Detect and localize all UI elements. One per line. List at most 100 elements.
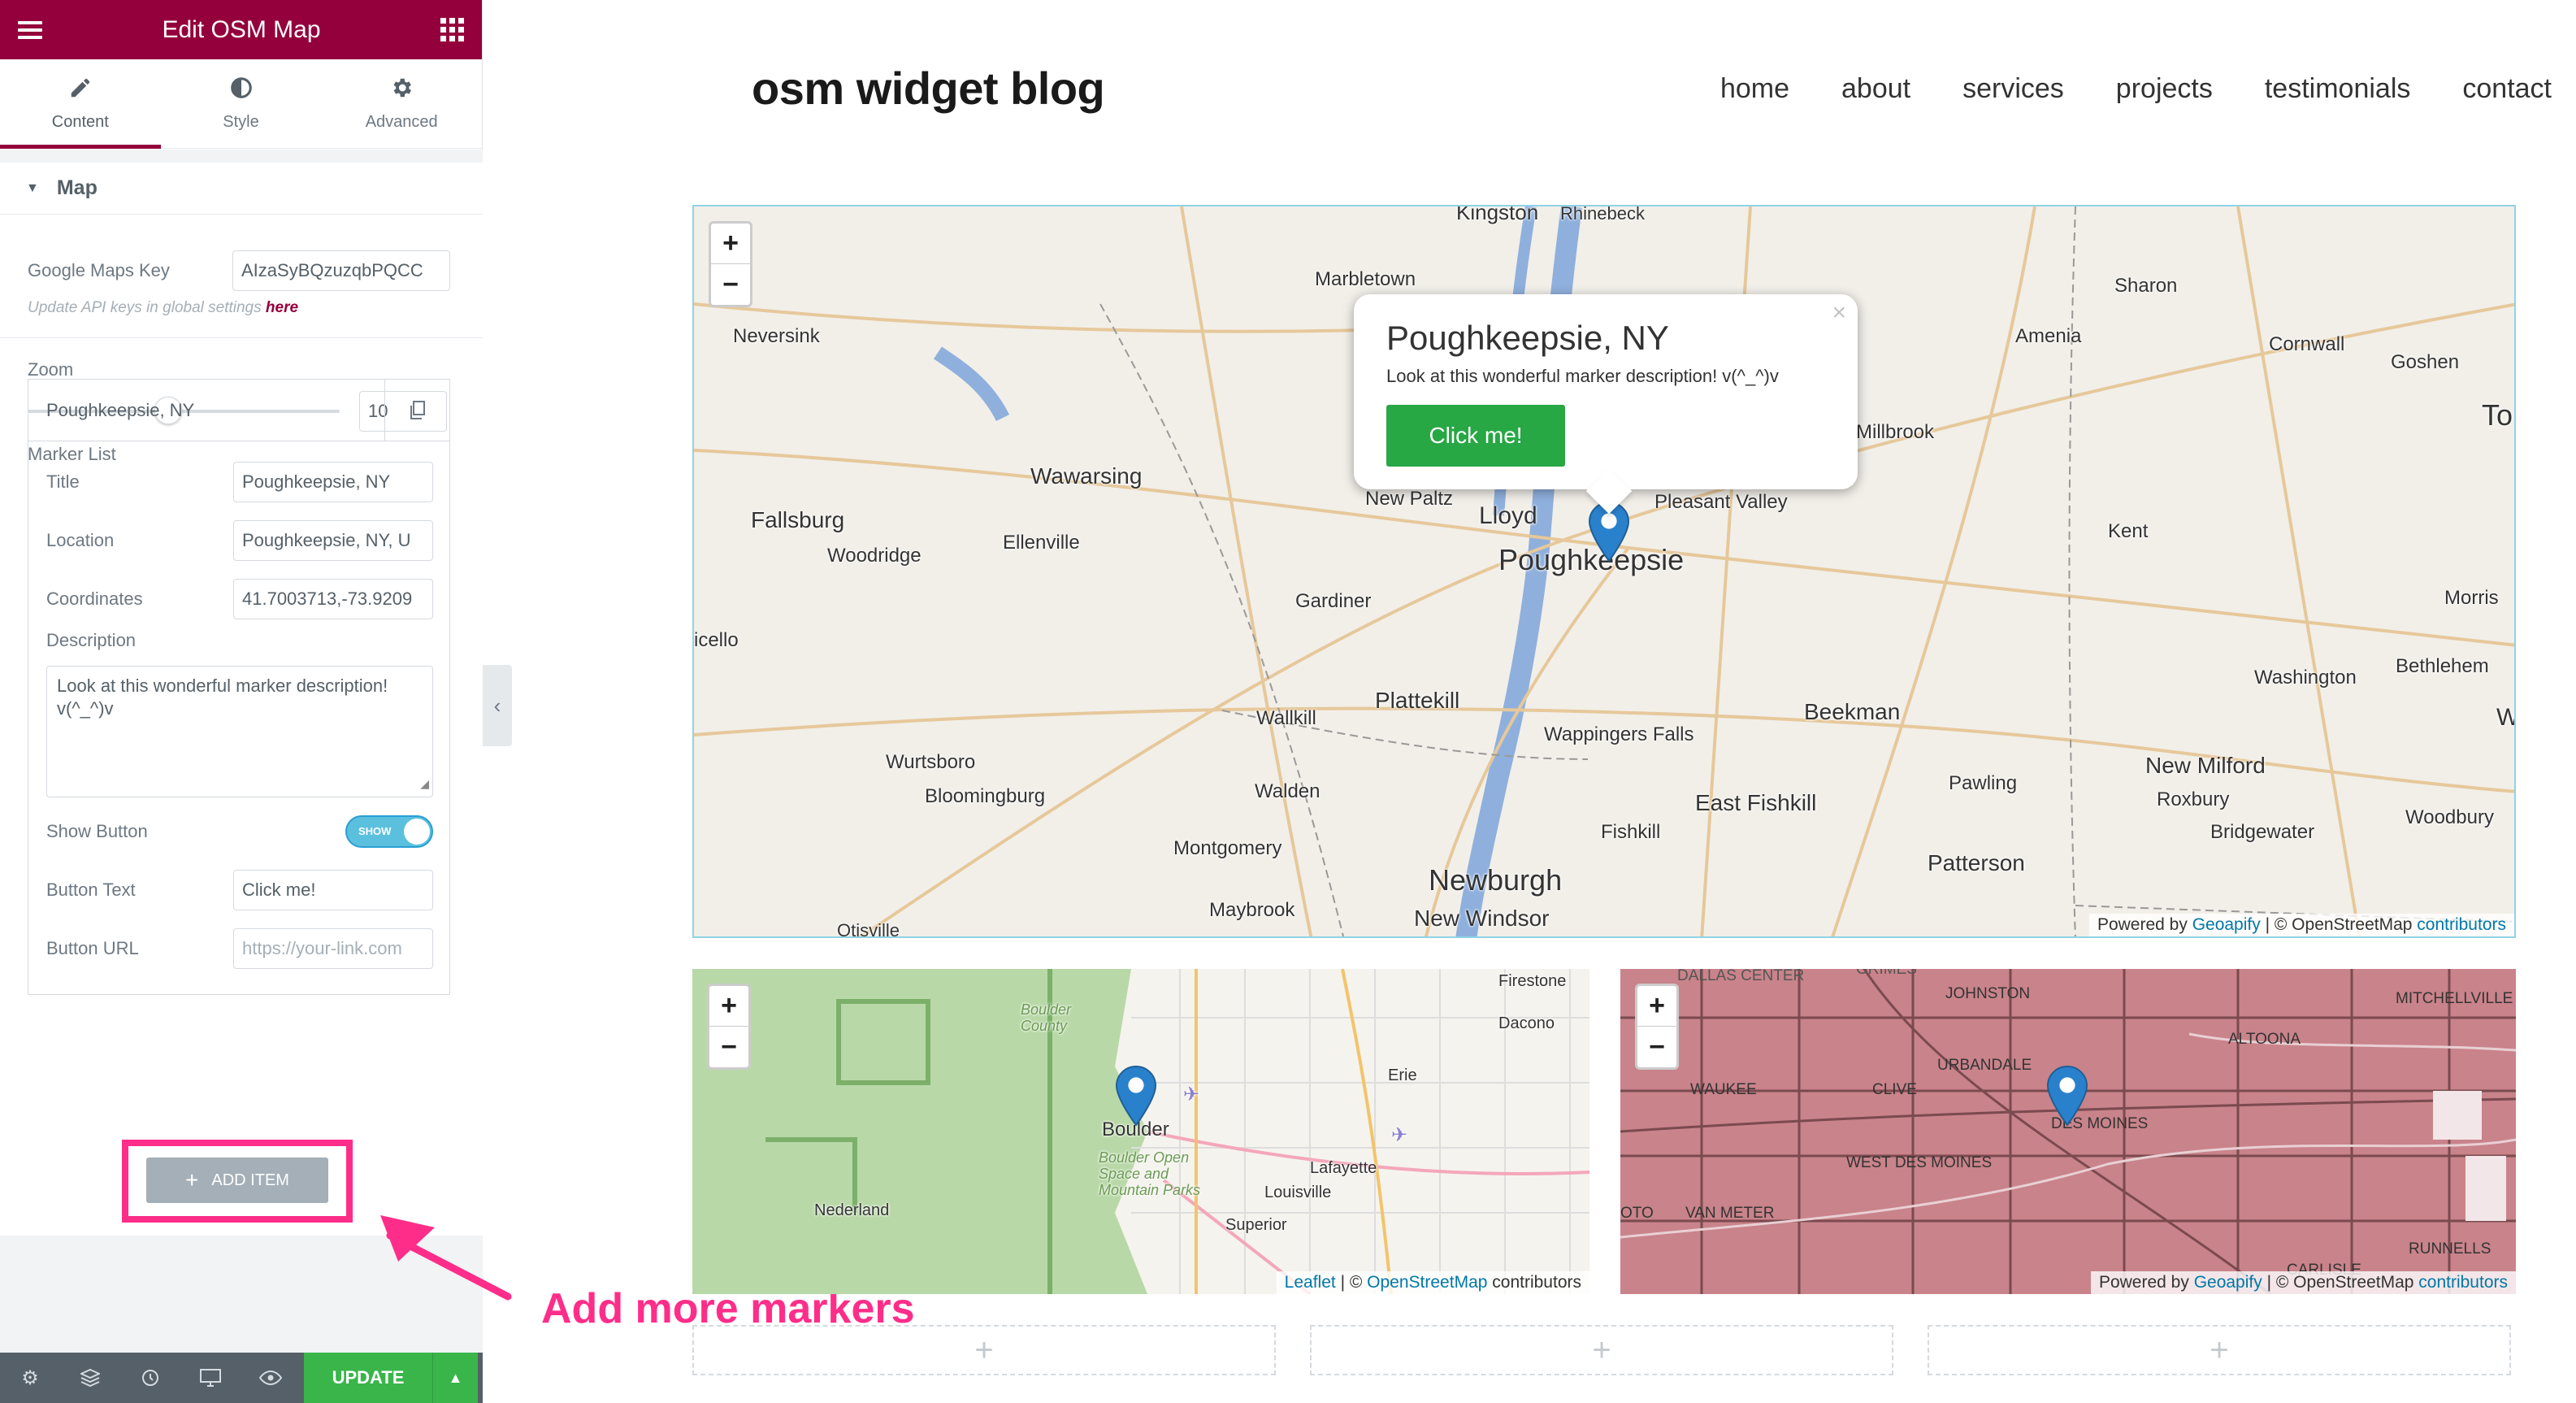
marker-location-input[interactable]: Poughkeepsie, NY, U xyxy=(233,520,433,561)
zoom-out-icon[interactable]: − xyxy=(711,264,750,305)
place-label: OTO xyxy=(1620,1205,1654,1222)
marker-title-input[interactable]: Poughkeepsie, NY xyxy=(233,462,433,502)
place-label: New Paltz xyxy=(1365,488,1454,510)
collapse-panel-chevron-icon[interactable]: ‹ xyxy=(483,665,512,746)
tab-advanced[interactable]: Advanced xyxy=(321,59,483,148)
place-label: Rhinebeck xyxy=(1560,205,1645,224)
place-label: ALTOONA xyxy=(2228,1031,2301,1048)
nav-services[interactable]: services xyxy=(1962,73,2064,105)
openstreetmap-link[interactable]: OpenStreetMap xyxy=(1367,1273,1487,1292)
geoapify-link[interactable]: Geoapify xyxy=(2194,1273,2262,1292)
pencil-icon xyxy=(68,76,93,106)
marker-description-value: Look at this wonderful marker descriptio… xyxy=(57,675,388,719)
add-widget-placeholder[interactable]: + xyxy=(1928,1325,2511,1375)
marker-title-label: Title xyxy=(46,471,80,492)
nav-about[interactable]: about xyxy=(1841,73,1910,105)
place-label: Woodbury xyxy=(2405,806,2494,828)
marker-title-row: Title Poughkeepsie, NY xyxy=(28,453,449,511)
place-label: Erie xyxy=(1388,1066,1417,1084)
map-marker-icon[interactable] xyxy=(2046,1065,2088,1127)
plus-icon: + xyxy=(974,1331,994,1368)
marker-coordinates-row: Coordinates 41.7003713,-73.9209 xyxy=(28,570,449,628)
nav-projects[interactable]: projects xyxy=(2116,73,2213,105)
site-logo[interactable]: osm widget blog xyxy=(752,62,1105,115)
tab-style[interactable]: Style xyxy=(160,59,322,148)
nav-contact[interactable]: contact xyxy=(2462,73,2552,105)
apps-grid-icon[interactable] xyxy=(440,18,464,41)
marker-description-textarea[interactable]: Look at this wonderful marker descriptio… xyxy=(46,666,433,797)
button-url-input[interactable]: https://your-link.com xyxy=(233,928,433,969)
map-marker-icon[interactable] xyxy=(1115,1065,1157,1127)
place-label: Maybrook xyxy=(1209,899,1295,921)
boulder-map[interactable]: + − Firestone Dacono Boulder County Erie… xyxy=(692,969,1589,1294)
update-button[interactable]: UPDATE xyxy=(304,1353,432,1403)
duplicate-icon[interactable] xyxy=(384,379,449,441)
zoom-label: Zoom xyxy=(28,359,74,380)
place-label: Wawarsing xyxy=(1030,463,1143,489)
place-label: Kingston xyxy=(1456,205,1539,224)
place-label: Boulder Open Space and Mountain Parks xyxy=(1099,1149,1201,1198)
place-label: Bethlehem xyxy=(2396,655,2489,677)
add-widget-placeholder[interactable]: + xyxy=(692,1325,1276,1375)
place-label: Patterson xyxy=(1928,850,2025,875)
place-label: JOHNSTON xyxy=(1945,985,2031,1002)
half-circle-icon xyxy=(229,76,254,106)
des-moines-map[interactable]: + − DALLAS CENTER GRIMES JOHNSTON MITCHE… xyxy=(1620,969,2516,1294)
place-label: Pawling xyxy=(1949,772,2018,794)
responsive-desktop-icon[interactable] xyxy=(180,1369,241,1387)
zoom-in-icon[interactable]: + xyxy=(711,224,750,264)
place-label: MITCHELLVILLE xyxy=(2396,990,2513,1007)
hamburger-icon[interactable] xyxy=(18,17,42,43)
place-label: DALLAS CENTER xyxy=(1677,969,1805,984)
button-url-row: Button URL https://your-link.com xyxy=(28,919,449,978)
tab-content[interactable]: Content xyxy=(0,59,161,149)
zoom-out-icon[interactable]: − xyxy=(1637,1027,1676,1067)
place-label: URBANDALE xyxy=(1937,1057,2032,1074)
section-title: Map xyxy=(56,176,98,199)
place-label: East Fishkill xyxy=(1695,790,1817,815)
settings-gear-icon[interactable]: ⚙ xyxy=(0,1366,60,1390)
history-icon[interactable] xyxy=(120,1368,180,1388)
popup-title: Poughkeepsie, NY xyxy=(1386,319,1669,357)
marker-item-header[interactable]: Poughkeepsie, NY xyxy=(28,379,449,441)
place-label: Kent xyxy=(2108,520,2149,542)
place-label: Pleasant Valley xyxy=(1654,491,1788,513)
add-widget-placeholder[interactable]: + xyxy=(1310,1325,1893,1375)
popup-click-button[interactable]: Click me! xyxy=(1386,405,1565,467)
place-label: Lafayette xyxy=(1310,1159,1377,1177)
layers-icon[interactable] xyxy=(60,1369,120,1387)
zoom-in-icon[interactable]: + xyxy=(1637,986,1676,1027)
place-label: Beekman xyxy=(1804,699,1901,724)
button-text-input[interactable]: Click me! xyxy=(233,870,433,910)
update-options-caret-icon[interactable]: ▲ xyxy=(432,1353,478,1403)
api-note-link[interactable]: here xyxy=(266,299,298,316)
marker-coordinates-input[interactable]: 41.7003713,-73.9209 xyxy=(233,579,433,619)
contributors-link[interactable]: contributors xyxy=(2418,1273,2508,1292)
leaflet-link[interactable]: Leaflet xyxy=(1285,1273,1336,1292)
zoom-in-icon[interactable]: + xyxy=(709,986,748,1027)
preview-eye-icon[interactable] xyxy=(241,1370,301,1385)
popup-close-icon[interactable]: × xyxy=(1832,299,1846,327)
nav-testimonials[interactable]: testimonials xyxy=(2265,73,2411,105)
geoapify-link[interactable]: Geoapify xyxy=(2192,915,2261,934)
show-button-toggle[interactable]: SHOW xyxy=(345,815,433,848)
site-nav: home about services projects testimonial… xyxy=(1720,73,2552,105)
place-label: RUNNELLS xyxy=(2409,1240,2491,1257)
place-label: Gardiner xyxy=(1295,590,1372,612)
plus-icon: + xyxy=(2210,1331,2229,1368)
tab-content-label: Content xyxy=(51,113,109,131)
resize-grip-icon[interactable]: ◢ xyxy=(420,772,429,795)
place-label: WAUKEE xyxy=(1690,1081,1757,1098)
panel-tabs: Content Style Advanced xyxy=(0,59,483,149)
place-label: Neversink xyxy=(733,325,820,347)
zoom-out-icon[interactable]: − xyxy=(709,1027,748,1067)
place-label: New Milford xyxy=(2145,753,2266,778)
add-item-button[interactable]: + ADD ITEM xyxy=(146,1158,328,1203)
section-map-toggle[interactable]: ▼ Map xyxy=(0,163,483,215)
contributors-link[interactable]: contributors xyxy=(2417,915,2506,934)
nav-home[interactable]: home xyxy=(1720,73,1789,105)
airport-icon: ✈ xyxy=(1183,1084,1200,1105)
plus-icon: + xyxy=(1592,1331,1611,1368)
place-label: Marbletown xyxy=(1315,268,1416,290)
google-key-input[interactable]: AIzaSyBQzuzqbPQCC xyxy=(232,250,450,291)
